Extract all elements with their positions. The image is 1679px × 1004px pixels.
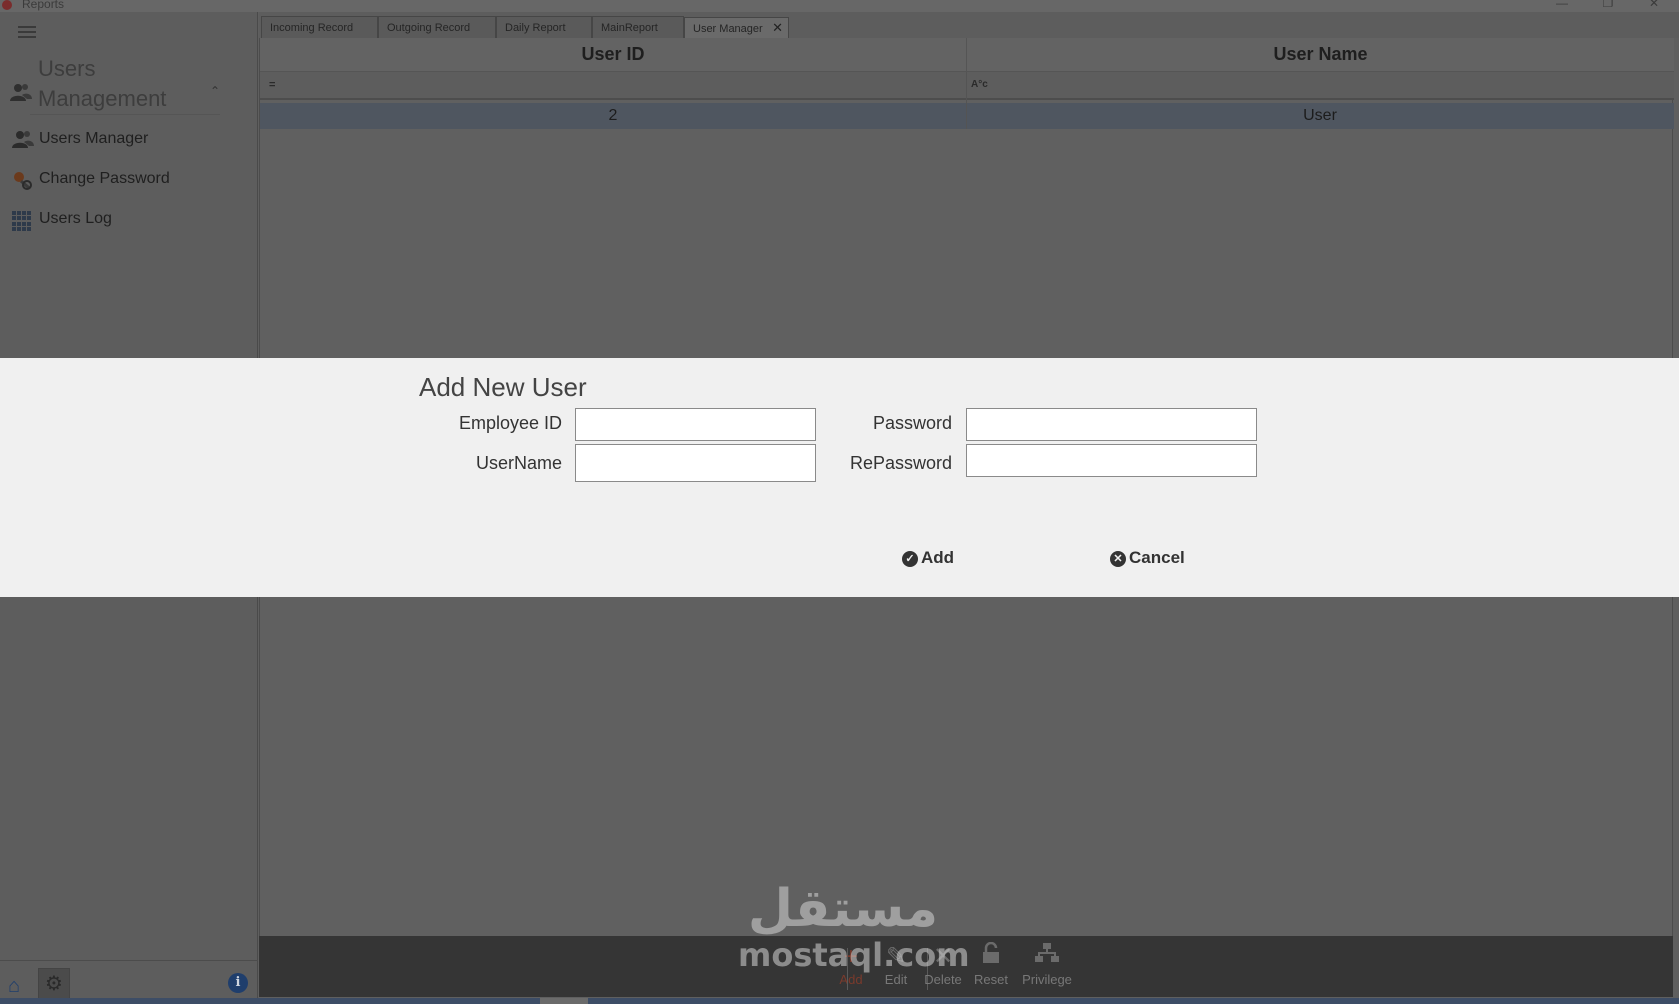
users-icon	[12, 129, 34, 151]
add-user-button[interactable]: ✓ Add	[902, 548, 954, 568]
action-label: Privilege	[1022, 972, 1072, 987]
sidebar-item-users-log[interactable]: Users Log	[10, 204, 240, 234]
add-user-dialog: Add New User Employee ID UserName Passwo…	[0, 358, 1679, 597]
tab-daily-report[interactable]: Daily Report	[496, 16, 592, 38]
gear-icon[interactable]: ⚙	[38, 968, 70, 1000]
username-label: UserName	[475, 453, 562, 473]
close-tab-icon[interactable]: ✕	[772, 20, 783, 36]
sidebar-item-label: Users Log	[39, 210, 112, 227]
reset-button[interactable]: Reset	[961, 941, 1021, 987]
tab-outgoing-record[interactable]: Outgoing Record	[378, 16, 496, 38]
cell-user-name: User	[1303, 107, 1337, 124]
watermark-logo: مستقل mostaql.com	[738, 879, 970, 974]
close-circle-icon: ✕	[1110, 551, 1126, 567]
sidebar-item-users-manager[interactable]: Users Manager	[10, 124, 240, 154]
sidebar-item-label: Users Manager	[39, 130, 149, 147]
users-icon	[10, 82, 32, 107]
column-header-user-id[interactable]: User ID	[260, 38, 966, 72]
watermark-latin: mostaql.com	[738, 936, 970, 974]
status-strip	[0, 998, 1679, 1004]
column-separator	[966, 72, 967, 129]
button-label: Cancel	[1129, 548, 1185, 567]
watermark-arabic: مستقل	[747, 879, 939, 939]
cell-user-id: 2	[608, 107, 618, 124]
dialog-title: Add New User	[419, 372, 587, 402]
text-filter-icon[interactable]: A°c	[971, 79, 988, 90]
title-bar: Reports — ❐ ✕	[0, 0, 1679, 12]
tab-label: Daily Report	[505, 22, 566, 34]
sidebar-group-users-management[interactable]: Users Management ⌃	[8, 54, 228, 116]
tab-main-report[interactable]: MainReport	[592, 16, 684, 38]
unlock-icon	[961, 941, 1021, 972]
chevron-up-icon[interactable]: ⌃	[210, 84, 220, 98]
employee-id-field[interactable]	[575, 408, 816, 441]
hierarchy-icon	[1017, 942, 1077, 972]
repassword-label: RePassword	[849, 453, 952, 473]
employee-id-label: Employee ID	[458, 413, 562, 433]
username-field[interactable]	[575, 444, 816, 482]
key-icon	[12, 169, 34, 191]
repassword-field[interactable]	[966, 444, 1257, 477]
info-icon[interactable]: i	[228, 973, 248, 993]
cancel-button[interactable]: ✕ Cancel	[1110, 548, 1185, 568]
password-field[interactable]	[966, 408, 1257, 441]
check-circle-icon: ✓	[902, 551, 918, 567]
password-label: Password	[872, 413, 952, 433]
sidebar-item-label: Change Password	[39, 170, 170, 187]
restore-button[interactable]: ❐	[1598, 0, 1618, 10]
column-header-user-name[interactable]: User Name	[966, 38, 1674, 72]
home-icon[interactable]: ⌂	[8, 975, 20, 998]
tab-label: User Manager	[693, 23, 763, 35]
tab-label: Outgoing Record	[387, 22, 471, 34]
tab-label: MainReport	[601, 22, 658, 34]
filter-row: = A°c	[260, 72, 1674, 100]
window-title: Reports	[22, 0, 65, 11]
privilege-button[interactable]: Privilege	[1017, 942, 1077, 987]
sidebar-group-title: Users Management	[38, 56, 167, 111]
tab-strip: Incoming Record Outgoing Record Daily Re…	[259, 12, 1679, 38]
divider	[30, 114, 220, 115]
hamburger-menu-icon[interactable]	[18, 26, 36, 38]
app-icon	[2, 0, 12, 10]
equals-filter-icon[interactable]: =	[269, 79, 275, 91]
sidebar-item-change-password[interactable]: Change Password	[10, 164, 240, 194]
tab-user-manager[interactable]: User Manager ✕	[684, 17, 789, 38]
grid-icon	[12, 209, 34, 231]
table-row[interactable]: 2 User	[260, 103, 1674, 129]
action-label: Reset	[974, 972, 1008, 987]
tab-label: Incoming Record	[270, 22, 354, 34]
button-label: Add	[921, 548, 955, 567]
tab-incoming-record[interactable]: Incoming Record	[261, 16, 378, 38]
minimize-button[interactable]: —	[1552, 0, 1572, 10]
close-window-button[interactable]: ✕	[1644, 0, 1664, 10]
